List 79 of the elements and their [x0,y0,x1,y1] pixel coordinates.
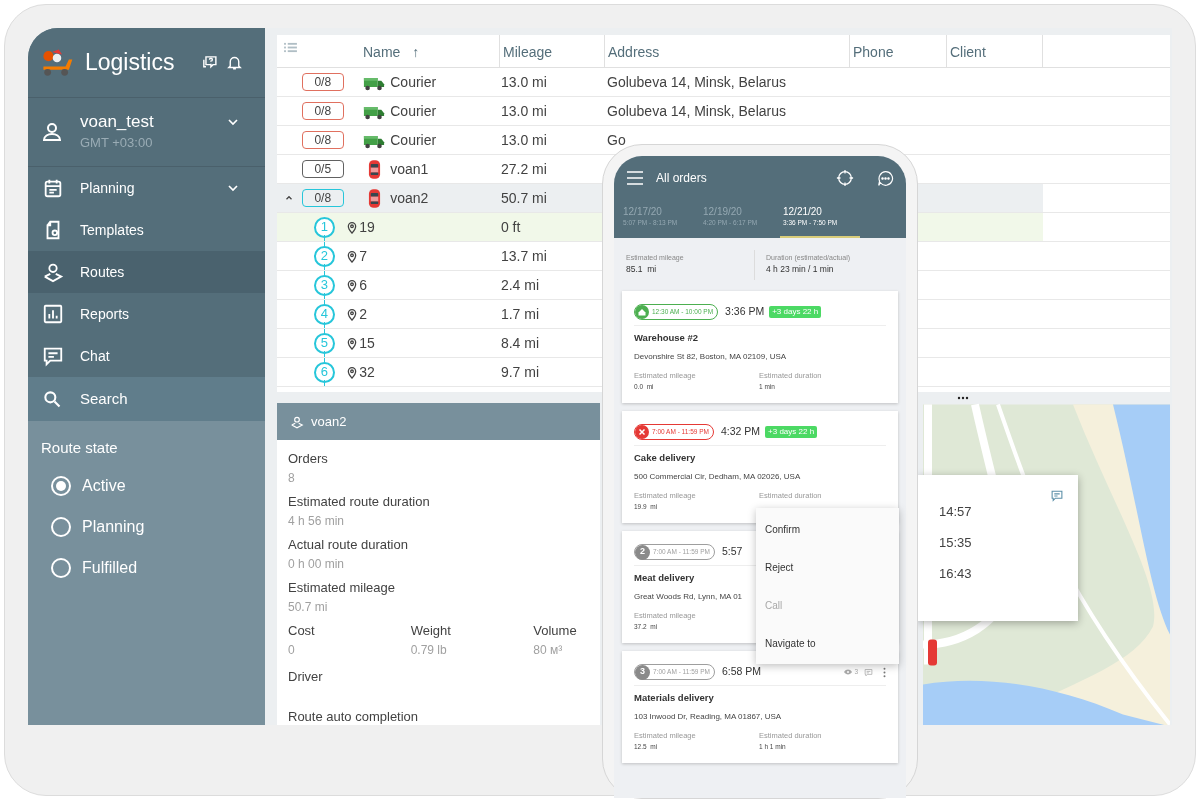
mileage-cell: 13.7 mi [500,247,547,264]
order-name: Meat delivery [634,571,695,585]
stop-number: 1 [313,216,335,238]
app-title: Logistics [85,48,176,78]
stop-label: 15 [359,333,375,353]
timezone-text: GMT +03:00 [80,134,154,153]
order-number: 2 [635,544,650,560]
delay-badge: +3 days 22 h [765,426,818,438]
mileage-cell: 13.0 mi [500,73,547,90]
mileage-cell: 8.4 mi [500,334,540,351]
order-name: Warehouse #2 [634,331,699,345]
route-name: Courier [390,130,437,150]
order-address: Devonshire St 82, Boston, MA 02109, USA [634,351,787,364]
order-name: Materials delivery [634,691,714,705]
stat-value: 85.1 mi [626,263,657,277]
address-cell: Golubeva 14, Minsk, Belarus [607,102,786,119]
stop-number: 5 [313,332,335,354]
stop-label: 7 [359,246,368,266]
field-label: Orders [288,450,328,468]
count-badge: 0/8 [301,73,344,91]
stop-label: 6 [359,275,368,295]
eta-time: 3:36 PM [725,304,765,320]
order-address: 500 Commercial Cir, Dedham, MA 02026, USA [634,471,801,484]
mileage-cell: 2.4 mi [500,276,540,293]
order-number: 3 [635,664,650,680]
mileage-cell: 0 ft [500,218,521,235]
field-label: Actual route duration [288,536,408,554]
stop-label: 2 [359,304,368,324]
screen-title: All orders [656,170,708,187]
field-value: 0.79 lb [410,641,447,659]
count-badge: 0/5 [301,160,344,178]
panel-title: voan2 [311,412,347,431]
field-label: Estimated route duration [288,493,430,511]
mileage-cell: 27.2 mi [500,160,547,177]
time-text: 16:43 [939,565,972,583]
mileage-cell: 50.7 mi [500,189,547,206]
delay-badge: +3 days 22 h [769,306,822,318]
order-name: Cake delivery [634,451,696,465]
route-name: Courier [390,72,437,92]
section-title: Route state [41,438,118,458]
mileage-cell: 1.7 mi [500,305,540,322]
stop-number: 6 [313,361,335,383]
stop-number: 4 [313,303,335,325]
field-label: Volume [533,622,577,640]
address-cell: Go [607,131,626,148]
stop-number: 2 [313,245,335,267]
field-value: 8 [288,469,295,487]
address-cell: Golubeva 14, Minsk, Belarus [607,73,786,90]
field-value: 4 h 56 min [288,512,345,530]
mileage-cell: 13.0 mi [500,131,547,148]
order-address: 103 Inwood Dr, Reading, MA 01867, USA [634,711,782,724]
field-value: 80 м³ [533,641,563,659]
field-label: Driver [288,669,323,685]
field-label: Estimated mileage [288,579,395,597]
mileage-cell: 13.0 mi [500,102,547,119]
mileage-cell: 9.7 mi [500,363,540,380]
eta-time: 6:58 PM [721,664,762,680]
route-name: Courier [390,101,437,121]
menu-item: Call [764,598,784,613]
count-badge: 0/8 [301,189,344,207]
field-label: Route auto completion [288,709,419,725]
stop-label: 19 [359,217,375,237]
field-value: 50.7 mi [288,598,328,616]
time-text: 14:57 [939,503,972,521]
eta-time: 4:32 PM [720,424,761,440]
count-badge: 0/8 [301,131,344,149]
order-address: Great Woods Rd, Lynn, MA 01 [634,591,743,604]
field-value: 0 [288,641,295,659]
stat-value: 4 h 23 min / 1 min [766,263,834,277]
field-label: Weight [410,622,451,640]
route-name: voan2 [390,188,429,208]
route-name: voan1 [390,159,429,179]
count-badge: 0/8 [301,102,344,120]
stop-label: 32 [359,362,375,382]
field-value: 0 h 00 min [288,555,345,573]
stop-number: 3 [313,274,335,296]
time-text: 15:35 [939,534,972,552]
field-label: Cost [288,622,315,640]
eta-time: 5:57 [721,544,743,560]
